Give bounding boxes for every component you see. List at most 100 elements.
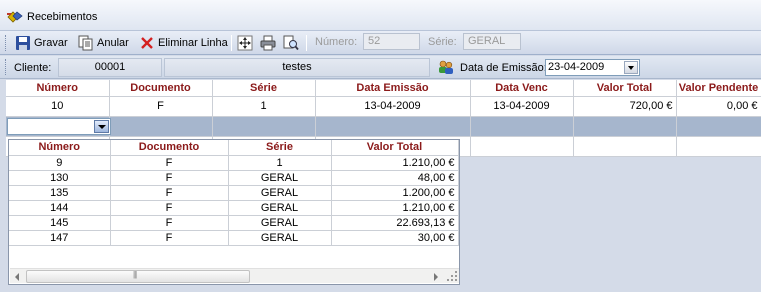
- dropdown-cell-numero[interactable]: 130: [9, 170, 111, 186]
- delete-line-button-label: Eliminar Linha: [158, 37, 228, 49]
- receipts-app-icon: [7, 11, 23, 23]
- window-titlebar: Recebimentos: [0, 0, 761, 31]
- dropdown-header-valor-total: Valor Total: [331, 140, 459, 156]
- new-row-number-cell[interactable]: [6, 116, 111, 137]
- chevron-down-icon[interactable]: [624, 61, 638, 74]
- dropdown-cell-numero[interactable]: 135: [9, 185, 111, 201]
- list-item[interactable]: 145 F GERAL 22.693,13 €: [9, 215, 459, 231]
- column-header-numero[interactable]: Número: [6, 80, 110, 97]
- print-button[interactable]: [260, 34, 276, 52]
- save-button[interactable]: Gravar: [15, 34, 68, 52]
- dropdown-cell-valor-total[interactable]: 30,00 €: [331, 230, 459, 246]
- client-label: Cliente:: [14, 62, 52, 74]
- dropdown-cell-serie[interactable]: GERAL: [228, 170, 332, 186]
- dropdown-header-numero: Número: [9, 140, 111, 156]
- dropdown-cell-documento[interactable]: F: [110, 155, 229, 171]
- resize-grip-icon[interactable]: [445, 269, 459, 283]
- printer-icon: [260, 35, 276, 51]
- scroll-left-icon[interactable]: [10, 269, 25, 284]
- dropdown-header-row: Número Documento Série Valor Total: [9, 140, 459, 156]
- client-bar-grip[interactable]: [5, 59, 8, 75]
- document-number-combo[interactable]: [7, 117, 111, 135]
- column-header-data-emissao[interactable]: Data Emissão: [315, 80, 471, 97]
- new-row-cell[interactable]: [470, 116, 574, 137]
- red-x-icon: [141, 37, 153, 49]
- table-row[interactable]: 10 F 1 13-04-2009 13-04-2009 720,00 € 0,…: [6, 96, 761, 117]
- list-item[interactable]: 147 F GERAL 30,00 €: [9, 230, 459, 246]
- column-header-valor-pendente[interactable]: Valor Pendente: [676, 80, 761, 97]
- toolbar: Gravar Anular Eliminar Linha Número: 52 …: [0, 31, 761, 55]
- new-row-cell[interactable]: [315, 116, 471, 137]
- dropdown-cell-serie[interactable]: GERAL: [228, 200, 332, 216]
- toolbar-separator: [306, 35, 307, 51]
- cell-numero[interactable]: 10: [6, 96, 110, 117]
- client-name-field[interactable]: testes: [164, 58, 430, 77]
- grid-header-row: Número Documento Série Data Emissão Data…: [6, 80, 761, 97]
- dropdown-cell-valor-total[interactable]: 48,00 €: [331, 170, 459, 186]
- delete-line-button[interactable]: Eliminar Linha: [139, 34, 228, 52]
- dropdown-cell-numero[interactable]: 144: [9, 200, 111, 216]
- new-row-cell[interactable]: [109, 116, 213, 137]
- print-preview-icon: [283, 35, 299, 51]
- toolbar-separator: [231, 35, 232, 51]
- column-header-documento[interactable]: Documento: [109, 80, 213, 97]
- series-label: Série:: [428, 36, 457, 48]
- toolbar-grip[interactable]: [5, 35, 8, 51]
- issue-date-value: 23-04-2009: [548, 61, 605, 73]
- window-title: Recebimentos: [27, 11, 98, 23]
- dropdown-cell-valor-total[interactable]: 1.210,00 €: [331, 200, 459, 216]
- move-arrows-icon: [237, 35, 253, 51]
- dropdown-header-serie: Série: [228, 140, 332, 156]
- cell-valor-total[interactable]: 720,00 €: [573, 96, 677, 117]
- issue-date-picker[interactable]: 23-04-2009: [545, 59, 640, 76]
- print-preview-button[interactable]: [283, 34, 299, 52]
- dropdown-cell-numero[interactable]: 145: [9, 215, 111, 231]
- column-header-data-venc[interactable]: Data Venc: [470, 80, 574, 97]
- series-field[interactable]: GERAL: [463, 33, 521, 50]
- column-header-serie[interactable]: Série: [212, 80, 316, 97]
- new-row-cell[interactable]: [212, 116, 316, 137]
- document-copy-icon: [78, 35, 93, 51]
- cancel-button-label: Anular: [97, 37, 129, 49]
- dropdown-cell-documento[interactable]: F: [110, 170, 229, 186]
- cell-data-venc[interactable]: 13-04-2009: [470, 96, 574, 117]
- dropdown-cell-serie[interactable]: GERAL: [228, 230, 332, 246]
- dropdown-cell-valor-total[interactable]: 1.200,00 €: [331, 185, 459, 201]
- dropdown-cell-documento[interactable]: F: [110, 215, 229, 231]
- dropdown-cell-valor-total[interactable]: 1.210,00 €: [331, 155, 459, 171]
- dropdown-cell-valor-total[interactable]: 22.693,13 €: [331, 215, 459, 231]
- scroll-right-icon[interactable]: [428, 269, 443, 284]
- dropdown-cell-numero[interactable]: 9: [9, 155, 111, 171]
- horizontal-scrollbar[interactable]: [10, 268, 459, 283]
- chevron-down-icon[interactable]: [94, 119, 109, 133]
- new-entry-row[interactable]: [6, 116, 761, 137]
- new-row-cell[interactable]: [573, 116, 677, 137]
- scrollbar-thumb[interactable]: [26, 270, 250, 283]
- client-bar: Cliente: 00001 testes Data de Emissão: 2…: [0, 56, 761, 79]
- column-header-valor-total[interactable]: Valor Total: [573, 80, 677, 97]
- issue-date-label: Data de Emissão:: [460, 62, 547, 74]
- client-code-field[interactable]: 00001: [58, 58, 162, 77]
- dropdown-cell-documento[interactable]: F: [110, 185, 229, 201]
- list-item[interactable]: 135 F GERAL 1.200,00 €: [9, 185, 459, 201]
- move-button[interactable]: [237, 34, 253, 52]
- cell-serie[interactable]: 1: [212, 96, 316, 117]
- number-field[interactable]: 52: [363, 33, 420, 50]
- dropdown-cell-documento[interactable]: F: [110, 230, 229, 246]
- list-item[interactable]: 144 F GERAL 1.210,00 €: [9, 200, 459, 216]
- dropdown-cell-documento[interactable]: F: [110, 200, 229, 216]
- new-row-cell[interactable]: [676, 116, 761, 137]
- document-dropdown-list[interactable]: Número Documento Série Valor Total 9 F 1…: [8, 139, 460, 285]
- dropdown-cell-serie[interactable]: 1: [228, 155, 332, 171]
- dropdown-cell-numero[interactable]: 147: [9, 230, 111, 246]
- cell-data-emissao[interactable]: 13-04-2009: [315, 96, 471, 117]
- dropdown-cell-serie[interactable]: GERAL: [228, 215, 332, 231]
- dropdown-cell-serie[interactable]: GERAL: [228, 185, 332, 201]
- list-item[interactable]: 130 F GERAL 48,00 €: [9, 170, 459, 186]
- dropdown-header-documento: Documento: [110, 140, 229, 156]
- cell-documento[interactable]: F: [109, 96, 213, 117]
- cancel-button[interactable]: Anular: [78, 34, 129, 52]
- list-item[interactable]: 9 F 1 1.210,00 €: [9, 155, 459, 171]
- number-label: Número:: [315, 36, 358, 48]
- cell-valor-pendente[interactable]: 0,00 €: [676, 96, 761, 117]
